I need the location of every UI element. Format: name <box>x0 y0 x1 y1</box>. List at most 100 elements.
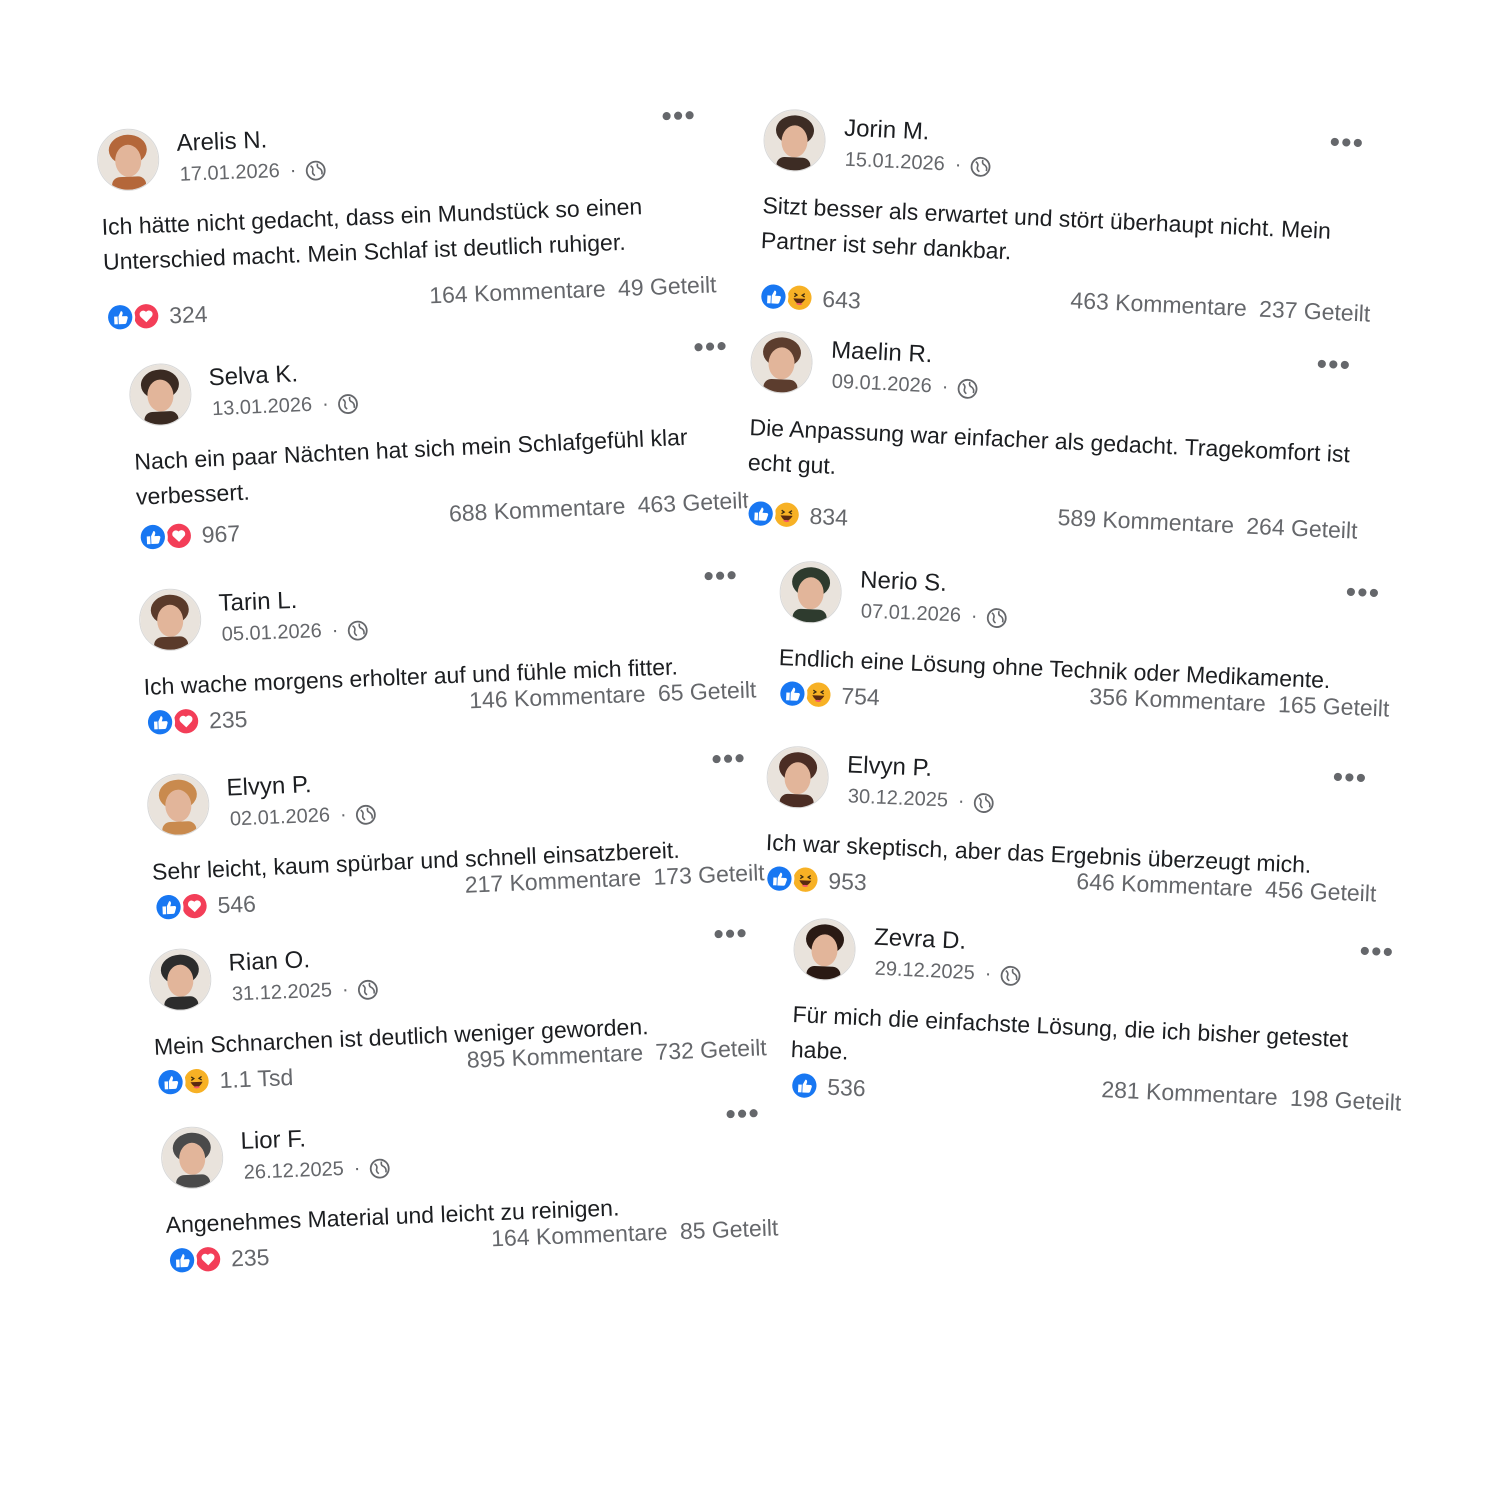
reaction-summary[interactable]: 324 <box>104 299 208 333</box>
like-reaction-icon <box>776 677 809 710</box>
author-name[interactable]: Selva K. <box>208 360 299 392</box>
reaction-count[interactable]: 1.1 Tsd <box>219 1064 294 1094</box>
globe-icon <box>336 392 359 415</box>
share-count[interactable]: 49 Geteilt <box>618 271 717 301</box>
more-options-icon[interactable]: ••• <box>1316 348 1352 384</box>
reaction-summary[interactable]: 643 <box>757 280 862 316</box>
globe-icon <box>368 1157 391 1180</box>
meta-separator: · <box>954 153 962 176</box>
author-name[interactable]: Nerio S. <box>860 566 948 598</box>
avatar[interactable] <box>792 917 857 982</box>
more-options-icon[interactable]: ••• <box>725 1097 761 1132</box>
author-name[interactable]: Rian O. <box>228 946 310 977</box>
more-options-icon[interactable]: ••• <box>1332 761 1368 796</box>
post-date[interactable]: 30.12.2025 <box>847 785 948 812</box>
reaction-count[interactable]: 643 <box>822 285 862 314</box>
share-count[interactable]: 173 Geteilt <box>653 859 765 890</box>
share-count[interactable]: 732 Geteilt <box>655 1034 767 1065</box>
reaction-summary[interactable]: 953 <box>763 862 868 897</box>
more-options-icon[interactable]: ••• <box>1329 126 1365 162</box>
share-count[interactable]: 237 Geteilt <box>1259 296 1371 327</box>
post-meta: 30.12.2025 · <box>847 785 995 814</box>
author-name[interactable]: Arelis N. <box>176 126 268 157</box>
reaction-summary[interactable]: 1.1 Tsd <box>154 1062 294 1098</box>
reaction-count[interactable]: 324 <box>169 300 208 328</box>
post-date[interactable]: 07.01.2026 <box>860 600 961 627</box>
author-name[interactable]: Maelin R. <box>831 337 933 370</box>
share-count[interactable]: 264 Geteilt <box>1246 513 1358 544</box>
reaction-summary[interactable]: 546 <box>152 889 257 923</box>
avatar[interactable] <box>96 127 161 192</box>
globe-icon <box>356 978 379 1001</box>
post-date[interactable]: 09.01.2026 <box>831 371 932 399</box>
post-date[interactable]: 29.12.2025 <box>874 958 975 986</box>
avatar[interactable] <box>778 560 843 625</box>
reaction-summary[interactable]: 967 <box>137 518 241 553</box>
author-name[interactable]: Tarin L. <box>218 587 298 618</box>
haha-reaction-icon <box>789 864 822 896</box>
reaction-count[interactable]: 754 <box>841 682 880 711</box>
haha-reaction-icon <box>802 679 835 711</box>
share-count[interactable]: 463 Geteilt <box>637 487 749 518</box>
comment-count[interactable]: 146 Kommentare <box>469 681 646 714</box>
post-date[interactable]: 31.12.2025 <box>231 979 332 1006</box>
author-name[interactable]: Elvyn P. <box>847 751 933 783</box>
author-name[interactable]: Elvyn P. <box>226 771 312 803</box>
reaction-summary[interactable]: 536 <box>788 1069 867 1103</box>
author-name[interactable]: Lior F. <box>240 1125 306 1155</box>
reaction-summary[interactable]: 235 <box>144 704 248 738</box>
avatar[interactable] <box>138 587 203 652</box>
reaction-count[interactable]: 953 <box>828 867 867 896</box>
post-date[interactable]: 05.01.2026 <box>221 620 322 647</box>
avatar[interactable] <box>749 330 814 395</box>
reaction-summary[interactable]: 754 <box>776 677 881 712</box>
review-post: Zevra D. 29.12.2025 · ••• Für mich die e… <box>787 917 1415 1130</box>
reaction-count[interactable]: 967 <box>201 520 241 549</box>
share-count[interactable]: 198 Geteilt <box>1289 1085 1401 1116</box>
share-count[interactable]: 456 Geteilt <box>1265 876 1377 907</box>
avatar[interactable] <box>160 1125 225 1190</box>
post-date[interactable]: 15.01.2026 <box>844 149 945 177</box>
reaction-summary[interactable]: 235 <box>166 1242 270 1276</box>
comment-count[interactable]: 164 Kommentare <box>491 1219 668 1252</box>
like-reaction-icon <box>104 301 136 333</box>
post-date[interactable]: 02.01.2026 <box>229 804 330 831</box>
globe-icon <box>972 791 995 814</box>
avatar[interactable] <box>146 772 211 837</box>
author-name[interactable]: Zevra D. <box>874 924 967 956</box>
reaction-count[interactable]: 536 <box>827 1073 867 1102</box>
reaction-summary[interactable]: 834 <box>745 497 849 533</box>
post-date[interactable]: 17.01.2026 <box>179 160 280 187</box>
reaction-count[interactable]: 546 <box>217 890 256 919</box>
more-options-icon[interactable]: ••• <box>661 99 697 134</box>
avatar[interactable] <box>765 745 830 810</box>
reaction-count[interactable]: 235 <box>209 705 248 733</box>
meta-separator: · <box>353 1157 361 1180</box>
more-options-icon[interactable]: ••• <box>711 742 747 777</box>
more-options-icon[interactable]: ••• <box>703 559 739 594</box>
author-name[interactable]: Jorin M. <box>844 115 930 147</box>
post-date[interactable]: 26.12.2025 <box>243 1158 344 1185</box>
more-options-icon[interactable]: ••• <box>713 917 749 952</box>
haha-reaction-icon <box>783 282 816 314</box>
post-date[interactable]: 13.01.2026 <box>212 394 313 422</box>
post-stats: 643 463 Kommentare 237 Geteilt <box>757 279 1371 341</box>
more-options-icon[interactable]: ••• <box>693 330 729 366</box>
comment-count[interactable]: 463 Kommentare <box>1070 287 1247 321</box>
love-reaction-icon <box>192 1243 224 1275</box>
avatar[interactable] <box>148 947 213 1012</box>
more-options-icon[interactable]: ••• <box>1345 576 1381 611</box>
avatar[interactable] <box>128 362 193 427</box>
share-count[interactable]: 85 Geteilt <box>679 1214 778 1244</box>
more-options-icon[interactable]: ••• <box>1359 935 1395 971</box>
reaction-count[interactable]: 834 <box>809 502 849 531</box>
post-text: Sitzt besser als erwartet und stört über… <box>760 192 1332 265</box>
comment-count[interactable]: 589 Kommentare <box>1057 504 1234 538</box>
comment-count[interactable]: 164 Kommentare <box>429 276 606 309</box>
share-count[interactable]: 65 Geteilt <box>657 676 756 706</box>
comments-shares: 164 Kommentare 49 Geteilt <box>423 271 717 309</box>
share-count[interactable]: 165 Geteilt <box>1278 691 1390 722</box>
meta-separator: · <box>289 159 297 182</box>
avatar[interactable] <box>762 108 827 173</box>
reaction-count[interactable]: 235 <box>231 1243 270 1271</box>
